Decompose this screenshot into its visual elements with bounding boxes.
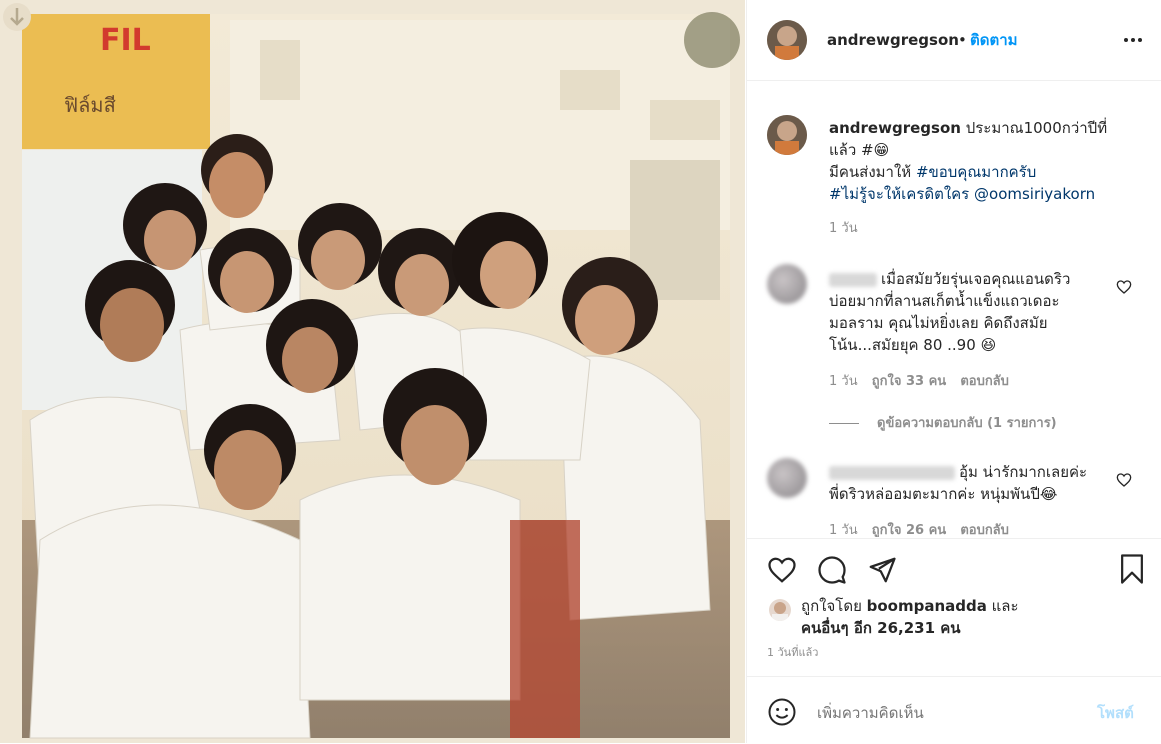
emoji-smiley-icon[interactable] [767,697,797,731]
replies-divider [829,423,859,424]
comment-input-bar: โพสต์ [747,676,1161,744]
comment2-meta-clip: 1 วัน ถูกใจ 26 คน ตอบกลับ [829,520,1129,537]
view-replies-button[interactable]: ดูข้อความตอบกลับ (1 รายการ) [877,413,1057,435]
liker-avatar[interactable] [769,599,791,621]
comment1-line1: เมื่อสมัยวัยรุ่นเจอคุณแอนดริว [881,270,1071,288]
mention-link[interactable]: @oomsiriyakorn [974,185,1095,203]
comment2-username-blurred[interactable] [829,465,955,480]
comment2-emoji: 😂 [1039,485,1058,503]
comment1-line2: บ่อยมากที่ลานสเก็ตน้ำแข็งแถวเดอะ [829,292,1060,310]
more-options-icon[interactable] [1123,32,1143,48]
comment2-line1: อุ้ม น่ารักมากเลยค่ะ [959,463,1088,481]
caption-line2: แล้ว # [829,141,874,159]
liked-by-user[interactable]: boompanadda [867,597,987,615]
liked-by-prefix: ถูกใจโดย [801,597,867,615]
photo-image: FIL ฟิล์มสี [0,0,745,743]
post-header: andrewgregson • ติดตาม [747,0,1161,81]
likes-count-others[interactable]: คนอื่นๆ อีก 26,231 คน [801,619,961,637]
comment2-line2: พี่ดริวหล่ออมตะมากค่ะ หนุ่มพันปี [829,485,1040,503]
share-paper-plane-icon[interactable] [867,555,897,589]
comment1-username-blurred[interactable] [829,272,877,287]
sign-text-thai: ฟิล์มสี [64,93,116,117]
comment1-line4: โน้น...สมัยยุค 80 ..90 [829,336,976,354]
liked-by-text: ถูกใจโดย boompanadda และ คนอื่นๆ อีก 26,… [801,595,1141,639]
comment2-reply-button[interactable]: ตอบกลับ [960,523,1009,537]
hashtag-credit[interactable]: #ไม่รู้จะให้เครดิตใคร [829,185,969,203]
action-bar: ถูกใจโดย boompanadda และ คนอื่นๆ อีก 26,… [747,538,1161,659]
author-avatar[interactable] [767,20,807,60]
comment2-meta: 1 วัน ถูกใจ 26 คน ตอบกลับ [829,520,1009,537]
caption-username[interactable]: andrewgregson [829,119,961,137]
save-bookmark-icon[interactable] [1117,553,1147,589]
avatar-image [767,115,807,155]
sign-text-fil: FIL [100,23,151,58]
post-timestamp[interactable]: 1 วันที่แล้ว [767,646,818,660]
comment1-line3: มอลราม คุณไม่หยิ่งเลย คิดถึงสมัย [829,314,1048,332]
post-sidebar: andrewgregson • ติดตาม andrewgregson ประ… [746,0,1161,743]
comment2-text: อุ้ม น่ารักมากเลยค่ะ พี่ดริวหล่ออมตะมากค… [829,461,1119,505]
caption-emoji: 😁 [873,141,890,159]
comment1-avatar[interactable] [767,264,807,304]
post-comment-button[interactable]: โพสต์ [1097,702,1134,724]
comment1-meta: 1 วัน ถูกใจ 33 คน ตอบกลับ [829,371,1009,393]
separator-dot: • [958,31,967,49]
comment1-time[interactable]: 1 วัน [829,374,858,389]
author-username[interactable]: andrewgregson [827,29,959,51]
avatar-image [767,20,807,60]
caption-text: andrewgregson ประมาณ1000กว่าปีที่ แล้ว #… [829,117,1139,205]
caption-line1: ประมาณ1000กว่าปีที่ [965,119,1108,137]
comment1-reply-button[interactable]: ตอบกลับ [960,374,1009,389]
comment2-likes[interactable]: ถูกใจ 26 คน [872,523,946,537]
comment2-avatar[interactable] [767,458,807,498]
comment-bubble-icon[interactable] [817,555,847,589]
hashtag-thanks[interactable]: #ขอบคุณมากครับ [916,163,1036,181]
comment2-like-heart-icon[interactable] [1116,472,1132,488]
caption-avatar[interactable] [767,115,807,155]
liked-by-suffix: และ [986,597,1019,615]
avatar-image [772,602,788,621]
comment1-emoji: 😆 [980,336,997,354]
comment1-likes[interactable]: ถูกใจ 33 คน [872,374,946,389]
comment1-like-heart-icon[interactable] [1116,279,1132,295]
comment2-time[interactable]: 1 วัน [829,523,858,537]
instagram-post-view: FIL ฟิล์มสี andrewgregson • ติดตาม andre… [0,0,1161,743]
caption-line3: มีคนส่งมาให้ [829,163,916,181]
caption-time[interactable]: 1 วัน [829,218,858,240]
like-heart-icon[interactable] [767,555,797,589]
follow-button[interactable]: ติดตาม [970,29,1018,51]
comment1-text: เมื่อสมัยวัยรุ่นเจอคุณแอนดริว บ่อยมากที่… [829,268,1119,356]
comment-input[interactable] [815,697,1079,729]
post-photo[interactable]: FIL ฟิล์มสี [0,0,745,743]
